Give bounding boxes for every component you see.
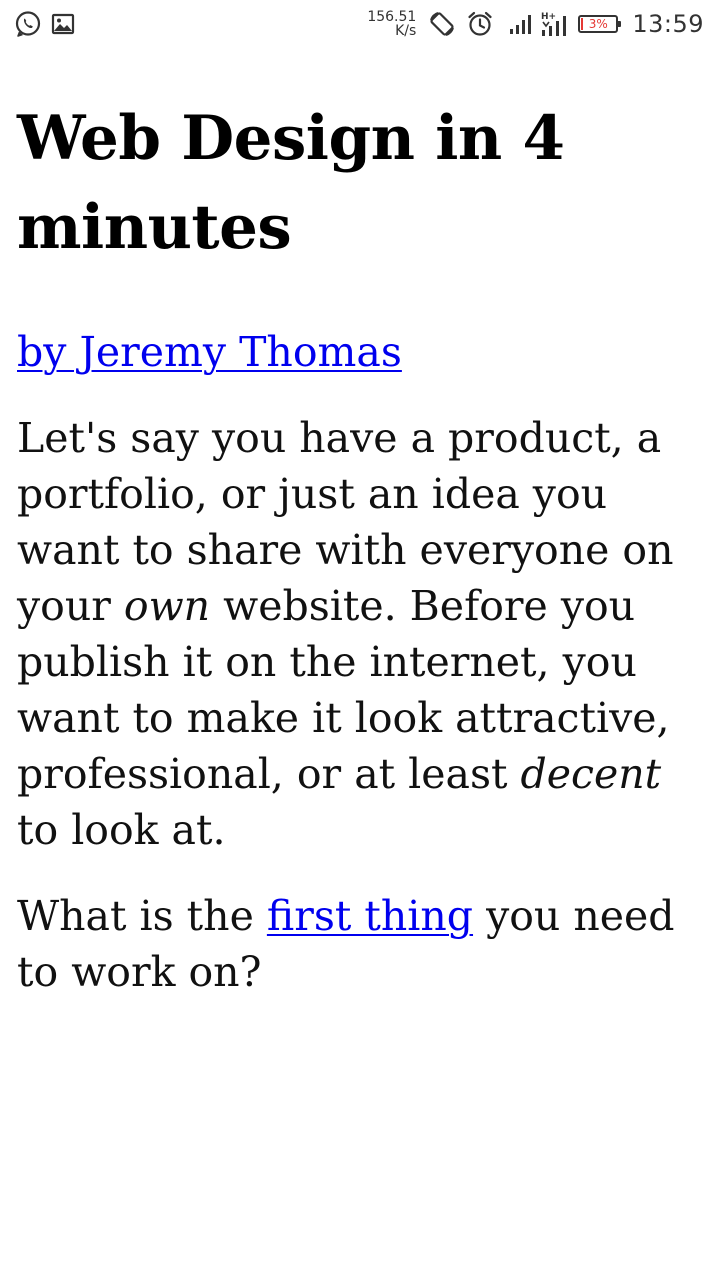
first-thing-link[interactable]: first thing [267,892,473,940]
status-right-icons: 156.51 K/s H+ 3% 13:59 [367,10,720,38]
author-line: by Jeremy Thomas [17,324,707,380]
author-link[interactable]: by Jeremy Thomas [17,328,402,376]
alarm-icon [466,10,494,38]
network-speed: 156.51 K/s [367,10,416,38]
network-speed-value: 156.51 [367,9,417,25]
battery-indicator: 3% [578,15,622,33]
question-paragraph: What is the first thing you need to work… [17,888,707,1000]
emphasis-decent: decent [520,750,662,798]
signal-4g-icon: H+ [540,10,570,38]
status-left-icons [0,10,76,38]
signal-icon [508,12,536,36]
intro-paragraph: Let's say you have a product, a portfoli… [17,410,707,858]
network-speed-unit: K/s [395,23,417,39]
gallery-icon [50,11,76,37]
status-clock: 13:59 [632,10,704,38]
intro-text-3: to look at. [17,806,226,854]
battery-percent: 3% [588,17,608,31]
question-text-1: What is the [17,892,267,940]
battery-level-fill [581,18,584,30]
svg-text:H+: H+ [541,12,556,22]
article-content: Web Design in 4 minutes by Jeremy Thomas… [17,94,707,1000]
article-title: Web Design in 4 minutes [17,103,565,263]
status-bar: 156.51 K/s H+ 3% 13:59 [0,0,720,48]
emphasis-own: own [123,582,211,630]
whatsapp-icon [14,10,42,38]
auto-rotate-icon [428,10,456,38]
